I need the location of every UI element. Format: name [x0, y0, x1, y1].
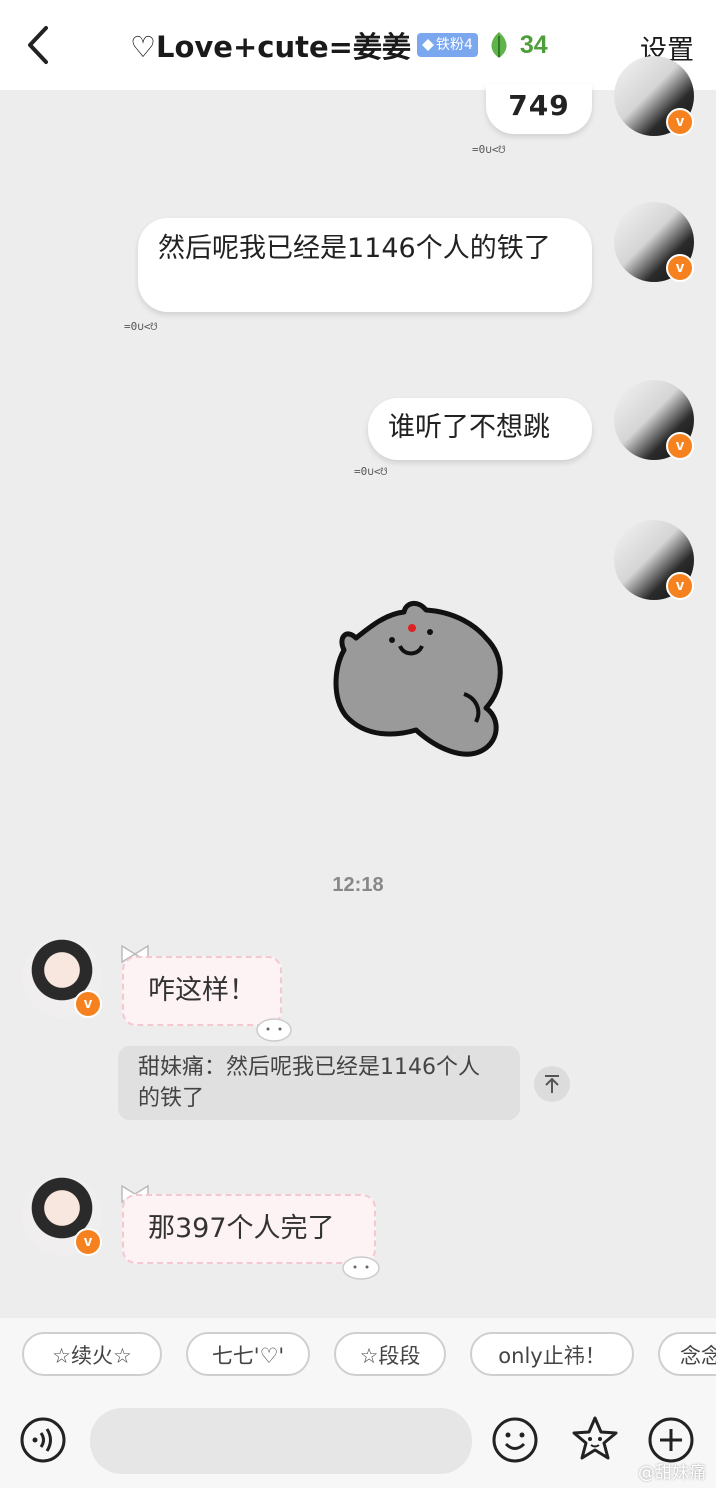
message-bubble-sent[interactable]: 749 [486, 84, 592, 134]
arrow-up-icon [545, 1075, 559, 1093]
sticker-star-icon[interactable] [570, 1414, 620, 1464]
message-input[interactable] [90, 1408, 472, 1474]
quick-reply-chip[interactable]: only止祎！ [470, 1332, 634, 1376]
quoted-message[interactable]: 甜妹痛：然后呢我已经是1146个人的铁了 [118, 1046, 520, 1120]
quick-reply-chip[interactable]: 七七'♡' [186, 1332, 310, 1376]
fan-level-badge: 铁粉4 [416, 33, 478, 57]
cat-sticker-icon [256, 1018, 292, 1042]
fan-count: 34 [519, 30, 548, 59]
plus-icon[interactable] [648, 1417, 694, 1463]
chat-title-area[interactable]: ♡Love+cute=姜姜 铁粉4 34 [130, 24, 548, 66]
leaf-icon [491, 32, 507, 58]
fan-level-label: 铁粉4 [435, 37, 473, 53]
bubble-decoration: =0∪<☋ [354, 465, 388, 478]
bubble-decoration: =0∪<☋ [124, 320, 158, 333]
diamond-icon [421, 39, 434, 51]
verified-badge-icon: v [666, 108, 694, 136]
message-bubble-sent[interactable]: 谁听了不想跳 [368, 398, 592, 460]
message-bubble-sent[interactable]: 然后呢我已经是1146个人的铁了 [138, 218, 592, 312]
verified-badge-icon: v [74, 1228, 102, 1256]
back-button[interactable] [18, 22, 58, 68]
verified-badge-icon: v [666, 254, 694, 282]
quick-reply-chip[interactable]: ☆段段 [334, 1332, 446, 1376]
bubble-decoration: =0∪<☋ [472, 143, 506, 156]
bear-sticker[interactable] [326, 598, 516, 768]
chevron-left-icon [28, 26, 48, 64]
quick-reply-chip[interactable]: 念念 [658, 1332, 716, 1376]
chat-title: ♡Love+cute=姜姜 [130, 30, 411, 64]
cat-sticker-icon [342, 1256, 380, 1280]
verified-badge-icon: v [666, 572, 694, 600]
verified-badge-icon: v [74, 990, 102, 1018]
quick-reply-chip[interactable]: ☆续火☆ [22, 1332, 162, 1376]
emoji-icon[interactable] [492, 1417, 538, 1463]
jump-to-quote-button[interactable] [534, 1066, 570, 1102]
message-bubble-received[interactable]: 那397个人完了 [122, 1194, 376, 1264]
verified-badge-icon: v [666, 432, 694, 460]
voice-icon[interactable] [20, 1417, 66, 1463]
timestamp: 12:18 [332, 874, 384, 896]
watermark: @甜妹痛 [638, 1463, 706, 1483]
